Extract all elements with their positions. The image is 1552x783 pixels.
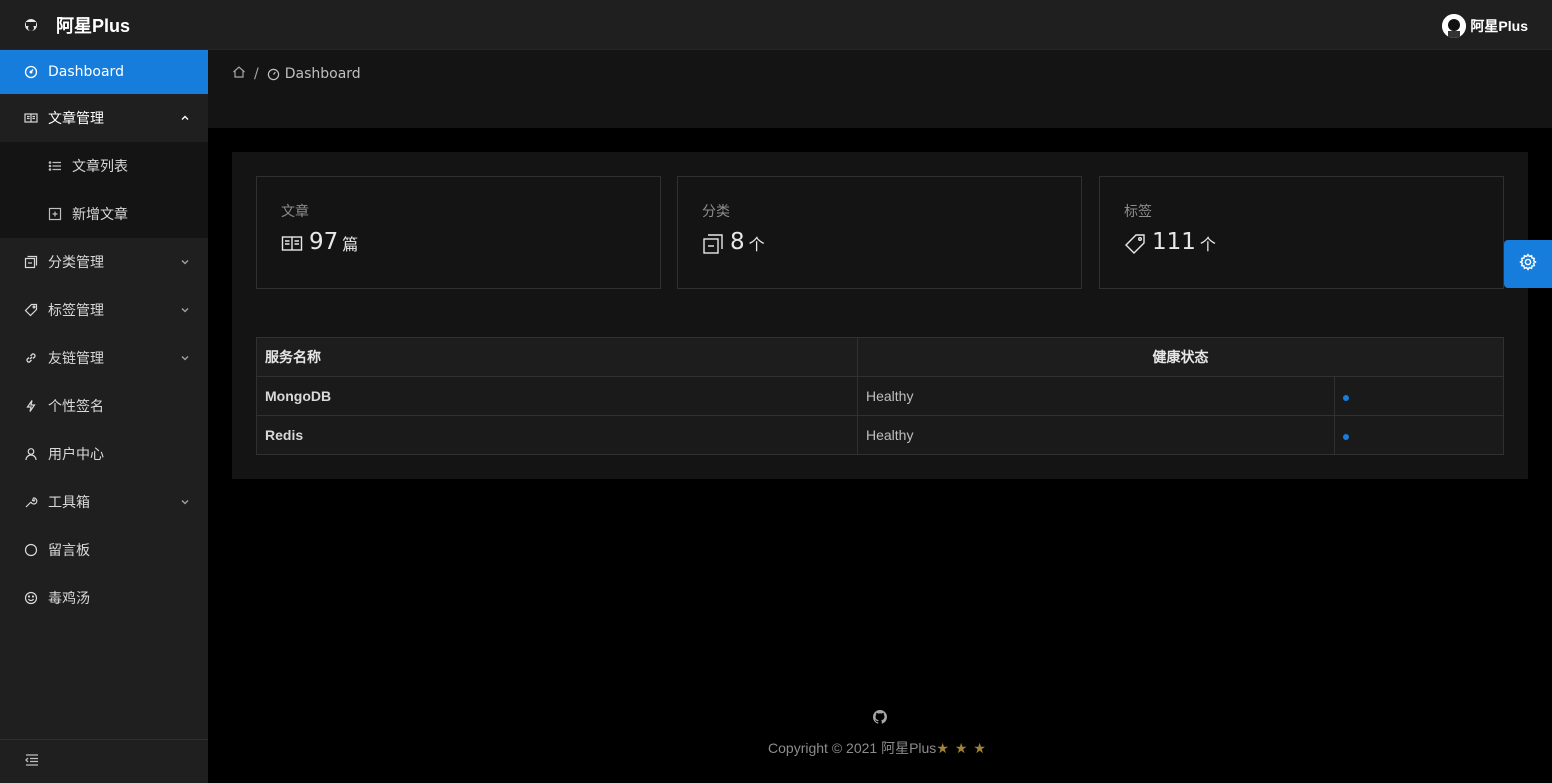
logo[interactable]: 阿星Plus [0,12,130,38]
sidebar-item-label: 分类管理 [48,255,104,271]
breadcrumb-current: Dashboard [267,66,361,82]
settings-button[interactable] [1504,240,1552,288]
stat-card-tags: 标签 111 个 [1099,176,1504,289]
sidebar-item-dashboard[interactable]: Dashboard [0,50,208,94]
sidebar-item-guestbook[interactable]: 留言板 [0,526,208,574]
sidebar-item-label: 用户中心 [48,447,104,463]
smile-icon [24,591,38,605]
read-icon [281,233,303,255]
sidebar-item-label: 文章管理 [48,111,104,127]
status-indicator [1334,376,1504,416]
stat-unit: 个 [748,235,765,254]
sidebar-item-articles[interactable]: 文章管理 [0,94,208,142]
column-header-service: 服务名称 [256,337,858,377]
app-title: 阿星Plus [56,15,131,36]
chevron-up-icon [180,113,190,123]
unordered-list-icon [48,159,62,173]
chevron-down-icon [180,497,190,507]
tag-icon [24,303,38,317]
sidebar-item-new-article[interactable]: 新增文章 [0,190,208,238]
tool-icon [24,495,38,509]
stat-unit: 个 [1199,235,1216,254]
gear-icon [1519,253,1537,275]
breadcrumb: / Dashboard [232,65,361,83]
collapse-sidebar-button[interactable] [0,739,208,783]
copyright: Copyright © 2021 阿星Plus★★★ [208,738,1552,758]
github-icon[interactable] [873,710,887,724]
status-dot [1343,434,1349,440]
sidebar-item-tags[interactable]: 标签管理 [0,286,208,334]
sidebar-item-label: 标签管理 [48,303,104,319]
sidebar-item-article-list[interactable]: 文章列表 [0,142,208,190]
block-icon [24,255,38,269]
dashboard-icon [267,68,280,81]
stat-number: 97 [309,229,339,255]
page-footer: Copyright © 2021 阿星Plus★★★ [208,700,1552,758]
stat-title: 文章 [281,204,309,220]
table-row: MongoDB Healthy [256,376,1504,416]
sidebar-item-label: 友链管理 [48,351,104,367]
sidebar-item-categories[interactable]: 分类管理 [0,238,208,286]
dashboard-panel: 文章 97 篇 分类 8 个 标签 111 个 服务名称 健康状态 MongoD… [232,152,1528,479]
stat-value: 111 个 [1124,229,1479,255]
table-header-row: 服务名称 健康状态 [256,337,1504,377]
health-table: 服务名称 健康状态 MongoDB Healthy Redis Healthy [256,337,1504,455]
logo-icon [22,16,40,34]
stat-card-articles: 文章 97 篇 [256,176,661,289]
chevron-down-icon [180,257,190,267]
block-icon [702,233,724,255]
user-icon [24,447,38,461]
link-icon [24,351,38,365]
sidebar-item-label: 工具箱 [48,495,90,511]
sidebar-item-label: 新增文章 [72,207,128,223]
stat-value: 8 个 [702,229,1057,255]
chevron-down-icon [180,353,190,363]
stat-value: 97 篇 [281,229,636,255]
message-icon [24,543,38,557]
plus-square-icon [48,207,62,221]
stat-unit: 篇 [342,235,359,254]
stat-card-categories: 分类 8 个 [677,176,1082,289]
status-dot [1343,395,1349,401]
table-row: Redis Healthy [256,415,1504,455]
sidebar-item-soup[interactable]: 毒鸡汤 [0,574,208,622]
tag-icon [1124,233,1146,255]
stat-title: 分类 [702,204,730,220]
sidebar-item-label: 个性签名 [48,399,104,415]
sidebar-item-label: 留言板 [48,543,90,559]
submenu-articles: 文章列表 新增文章 [0,142,208,238]
sidebar: Dashboard 文章管理 文章列表 新增文章 分类管理 标签管理 友链管理 … [0,50,208,783]
copyright-text: Copyright © 2021 阿星Plus [768,740,937,756]
dashboard-icon [24,65,38,79]
column-header-health: 健康状态 [857,337,1504,377]
sidebar-item-toolbox[interactable]: 工具箱 [0,478,208,526]
service-name: MongoDB [256,376,858,416]
stars: ★★★ [936,740,992,756]
thunderbolt-icon [24,399,38,413]
health-status: Healthy [857,415,1335,455]
top-header: 阿星Plus 阿星Plus [0,0,1552,50]
status-indicator [1334,415,1504,455]
stat-number: 8 [730,229,745,255]
sidebar-item-signature[interactable]: 个性签名 [0,382,208,430]
sidebar-item-label: 毒鸡汤 [48,591,90,607]
menu-fold-icon [24,752,40,771]
sidebar-item-label: 文章列表 [72,159,128,175]
sidebar-item-user-center[interactable]: 用户中心 [0,430,208,478]
breadcrumb-separator: / [254,66,259,82]
stat-title: 标签 [1124,204,1152,220]
page-header: / Dashboard [208,50,1552,128]
stat-number: 111 [1152,229,1196,255]
sidebar-item-links[interactable]: 友链管理 [0,334,208,382]
read-icon [24,111,38,125]
chevron-down-icon [180,305,190,315]
health-status: Healthy [857,376,1335,416]
avatar [1442,14,1467,38]
user-menu[interactable]: 阿星Plus [1442,14,1528,38]
home-icon[interactable] [232,65,246,83]
breadcrumb-current-label: Dashboard [284,66,361,82]
sidebar-item-label: Dashboard [48,64,124,80]
service-name: Redis [256,415,858,455]
user-name: 阿星Plus [1470,18,1528,34]
